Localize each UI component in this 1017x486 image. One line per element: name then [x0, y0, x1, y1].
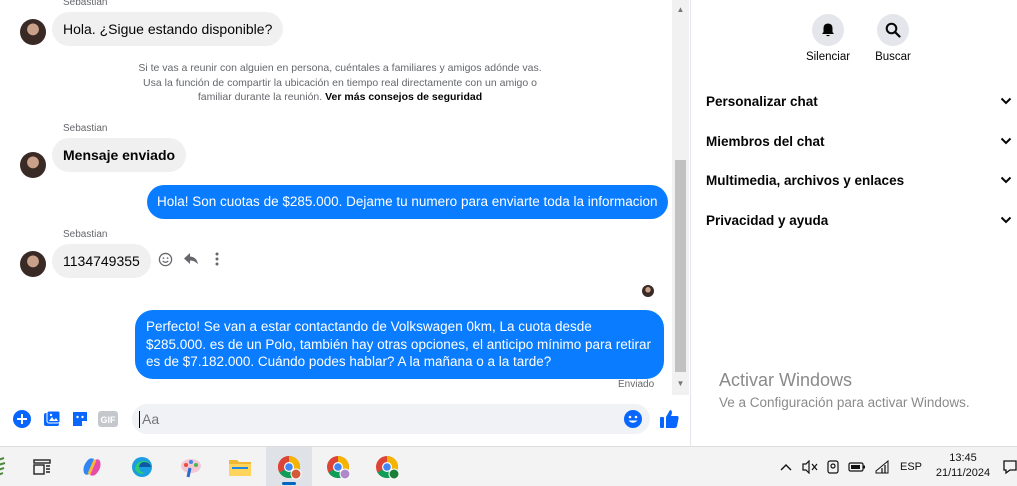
chevron-down-icon — [1000, 176, 1012, 184]
more-options-icon[interactable] — [208, 250, 226, 268]
activate-windows-title: Activar Windows — [719, 370, 853, 390]
section-customize-chat[interactable]: Personalizar chat — [706, 89, 1012, 113]
notifications-icon[interactable] — [1003, 453, 1017, 481]
widgets-icon[interactable] — [0, 453, 10, 481]
read-receipt-avatar — [642, 285, 654, 297]
composer: GIF — [0, 400, 690, 440]
chat-window: Sebastian Hola. ¿Sigue estando disponibl… — [0, 0, 690, 446]
message-bubble-incoming[interactable]: 1134749355 — [52, 244, 151, 278]
mute-button[interactable]: Silenciar — [798, 14, 858, 63]
section-label: Personalizar chat — [706, 93, 818, 109]
message-bubble-incoming[interactable]: Hola. ¿Sigue estando disponible? — [52, 12, 284, 46]
show-hidden-icons-chevron-up-icon[interactable] — [780, 463, 792, 471]
sender-name: Sebastian — [63, 0, 108, 8]
input-language[interactable]: ESP — [900, 461, 922, 473]
sender-name: Sebastian — [63, 229, 108, 240]
scroll-up-arrow-icon[interactable]: ▲ — [672, 2, 689, 16]
message-list[interactable]: Sebastian Hola. ¿Sigue estando disponibl… — [0, 0, 672, 395]
message-bubble-outgoing[interactable]: Perfecto! Se van a estar contactando de … — [135, 310, 664, 379]
active-indicator — [282, 482, 296, 485]
search-button[interactable]: Buscar — [863, 14, 923, 63]
section-label: Multimedia, archivos y enlaces — [706, 172, 905, 188]
edge-icon[interactable] — [128, 453, 156, 481]
search-icon[interactable] — [877, 14, 909, 46]
react-emoji-icon[interactable] — [156, 250, 174, 268]
chrome-icon[interactable] — [275, 453, 303, 481]
chrome-profile-t-icon[interactable] — [373, 453, 401, 481]
message-actions — [156, 250, 226, 268]
scrollbar-thumb[interactable] — [675, 160, 686, 372]
svg-text:GIF: GIF — [101, 415, 117, 425]
section-label: Miembros del chat — [706, 133, 825, 149]
wifi-icon[interactable] — [874, 460, 890, 474]
like-icon[interactable] — [658, 408, 680, 430]
gif-icon[interactable]: GIF — [97, 408, 119, 430]
section-label: Privacidad y ayuda — [706, 212, 829, 228]
system-clock[interactable]: 13:45 21/11/2024 — [930, 451, 996, 481]
conversation-details-panel: Silenciar Buscar Personalizar chat Miemb… — [690, 0, 1017, 446]
message-status: Enviado — [618, 379, 655, 390]
chrome-profile-icon[interactable] — [324, 453, 352, 481]
scroll-down-arrow-icon[interactable]: ▼ — [672, 376, 689, 390]
copilot-icon[interactable] — [78, 453, 106, 481]
safety-tips-link[interactable]: Ver más consejos de seguridad — [325, 91, 482, 103]
chevron-down-icon — [1000, 97, 1012, 105]
scrollbar[interactable]: ▲ ▼ — [672, 0, 689, 395]
clock-date: 21/11/2024 — [935, 467, 991, 479]
text-cursor — [139, 411, 140, 428]
avatar[interactable] — [20, 19, 46, 45]
mute-label: Silenciar — [805, 51, 851, 63]
section-privacy-help[interactable]: Privacidad y ayuda — [706, 208, 1012, 232]
mic-muted-icon[interactable] — [802, 460, 818, 474]
avatar[interactable] — [20, 152, 46, 178]
file-explorer-icon[interactable] — [226, 453, 254, 481]
reply-icon[interactable] — [182, 250, 200, 268]
message-bubble-incoming[interactable]: Mensaje enviado — [52, 138, 187, 172]
add-icon[interactable] — [11, 408, 33, 430]
message-bubble-outgoing[interactable]: Hola! Son cuotas de $285.000. Dejame tu … — [147, 185, 668, 219]
system-tray: ESP — [780, 457, 922, 477]
chevron-down-icon — [1000, 216, 1012, 224]
safety-notice: Si te vas a reunir con alguien en person… — [135, 61, 545, 105]
battery-icon[interactable] — [848, 461, 866, 473]
section-chat-members[interactable]: Miembros del chat — [706, 129, 1012, 153]
windows-taskbar: ESP 13:45 21/11/2024 — [0, 446, 1017, 486]
message-input[interactable] — [132, 404, 650, 434]
activate-windows-subtitle: Ve a Configuración para activar Windows. — [719, 395, 970, 410]
bell-icon[interactable] — [812, 14, 844, 46]
paint-icon[interactable] — [177, 453, 205, 481]
avatar[interactable] — [20, 251, 46, 277]
photo-icon[interactable] — [41, 408, 63, 430]
task-view-icon[interactable] — [28, 453, 56, 481]
search-label: Buscar — [875, 51, 911, 63]
sender-name: Sebastian — [63, 123, 108, 134]
section-media-files-links[interactable]: Multimedia, archivos y enlaces — [706, 168, 1012, 192]
sticker-icon[interactable] — [69, 408, 91, 430]
chevron-down-icon — [1000, 137, 1012, 145]
emoji-icon[interactable] — [622, 408, 644, 430]
meet-now-icon[interactable] — [826, 460, 840, 474]
clock-time: 13:45 — [949, 452, 977, 464]
